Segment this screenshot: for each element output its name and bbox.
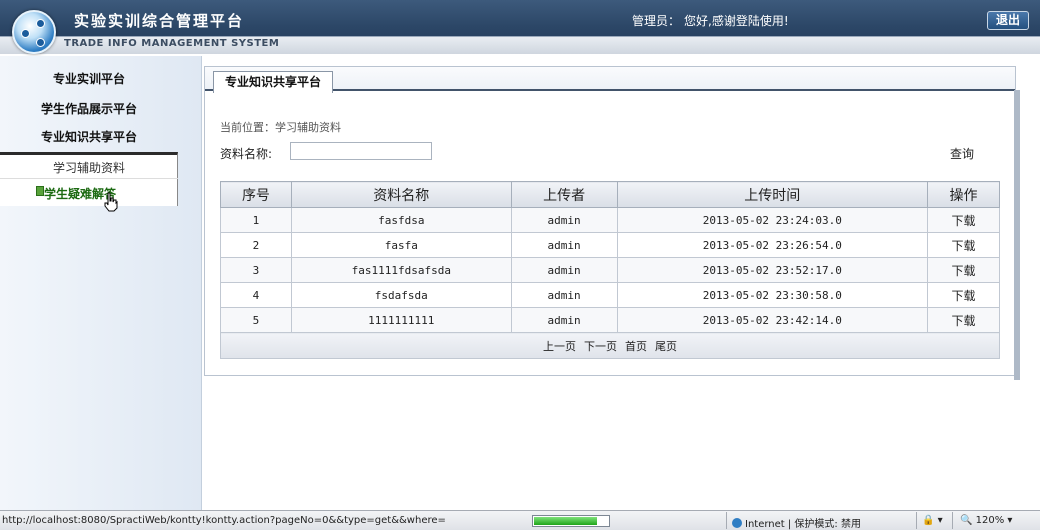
cell-time: 2013-05-02 23:42:14.0 [616, 307, 929, 333]
cell-no: 1 [220, 207, 292, 233]
browser-statusbar: http://localhost:8080/SpractiWeb/kontty!… [0, 510, 1040, 530]
tab-knowledge-sharing[interactable]: 专业知识共享平台 [213, 71, 333, 93]
cell-name: 1111111111 [290, 307, 512, 333]
table-row: 5 1111111111 admin 2013-05-02 23:42:14.0… [220, 307, 1000, 333]
loading-progress-bar [532, 515, 610, 527]
column-header-action: 操作 [927, 181, 1000, 208]
panel-tabbar: 专业知识共享平台 [205, 67, 1015, 93]
globe-icon [732, 518, 742, 528]
materials-table: 序号 资料名称 上传者 上传时间 操作 1 fasfdsa admin 2013… [220, 181, 1000, 359]
cell-name: fsdafsda [290, 282, 512, 308]
pager: 上一页 下一页 首页 尾页 [220, 332, 1000, 359]
status-tools[interactable]: 🔒 ▾ [922, 515, 943, 526]
cell-time: 2013-05-02 23:30:58.0 [616, 282, 929, 308]
cell-uploader: admin [510, 207, 618, 233]
app-logo [12, 10, 56, 54]
cell-uploader: admin [510, 307, 618, 333]
magnifier-icon: 🔍 [960, 515, 973, 526]
cell-time: 2013-05-02 23:26:54.0 [616, 232, 929, 258]
cell-name: fas1111fdsafsda [290, 257, 512, 283]
admin-label: 管理员： [632, 14, 681, 28]
table-row: 3 fas1111fdsafsda admin 2013-05-02 23:52… [220, 257, 1000, 283]
breadcrumb: 当前位置：学习辅助资料 [220, 121, 341, 134]
column-header-uploader: 上传者 [510, 181, 618, 208]
cell-no: 3 [220, 257, 292, 283]
logout-button[interactable]: 退出 [987, 11, 1029, 30]
progress-fill [534, 517, 597, 525]
cell-name: fasfdsa [290, 207, 512, 233]
table-row: 2 fasfa admin 2013-05-02 23:26:54.0 下载 [220, 232, 1000, 258]
zoom-level-value: 120% [975, 515, 1005, 526]
cell-name: fasfa [290, 232, 512, 258]
table-header-row: 序号 资料名称 上传者 上传时间 操作 [220, 181, 1000, 208]
download-link[interactable]: 下载 [927, 257, 1000, 283]
query-button[interactable]: 查询 [950, 145, 974, 162]
cell-time: 2013-05-02 23:24:03.0 [616, 207, 929, 233]
bullet-icon [36, 186, 44, 196]
sidebar-subitem-study-materials[interactable]: 学习辅助资料 [0, 159, 178, 179]
pager-row: 上一页 下一页 首页 尾页 [220, 332, 1000, 359]
vertical-scrollbar[interactable] [1014, 90, 1020, 380]
security-zone-label: Internet | 保护模式: 禁用 [745, 519, 861, 530]
sidebar-submenu: 学习辅助资料 学生疑难解答 [0, 152, 178, 206]
cell-no: 5 [220, 307, 292, 333]
status-divider [952, 512, 953, 529]
pager-next-link[interactable]: 下一页 [584, 340, 617, 353]
cell-no: 4 [220, 282, 292, 308]
download-link[interactable]: 下载 [927, 282, 1000, 308]
cell-uploader: admin [510, 232, 618, 258]
pager-first-link[interactable]: 首页 [625, 340, 647, 353]
column-header-name: 资料名称 [290, 181, 512, 208]
table-row: 4 fsdafsda admin 2013-05-02 23:30:58.0 下… [220, 282, 1000, 308]
pager-last-link[interactable]: 尾页 [655, 340, 677, 353]
search-name-input[interactable] [290, 142, 432, 160]
app-subtitle: TRADE INFO MANAGEMENT SYSTEM [64, 38, 280, 49]
sidebar-item-student-works[interactable]: 学生作品展示平台 [0, 100, 178, 117]
status-divider [916, 512, 917, 529]
column-header-time: 上传时间 [616, 181, 929, 208]
cell-uploader: admin [510, 257, 618, 283]
sidebar-item-knowledge-sharing[interactable]: 专业知识共享平台 [0, 128, 178, 145]
app-title: 实验实训综合管理平台 [74, 12, 245, 30]
cell-no: 2 [220, 232, 292, 258]
zoom-level[interactable]: 🔍 120% ▾ [960, 515, 1012, 526]
pager-prev-link[interactable]: 上一页 [543, 340, 576, 353]
status-divider [726, 512, 727, 529]
download-link[interactable]: 下载 [927, 232, 1000, 258]
search-name-label: 资料名称: [220, 147, 273, 161]
status-url: http://localhost:8080/SpractiWeb/kontty!… [2, 515, 446, 526]
column-header-no: 序号 [220, 181, 292, 208]
download-link[interactable]: 下载 [927, 207, 1000, 233]
cell-uploader: admin [510, 282, 618, 308]
security-zone[interactable]: Internet | 保护模式: 禁用 [732, 515, 861, 530]
cell-time: 2013-05-02 23:52:17.0 [616, 257, 929, 283]
welcome-message: 您好,感谢登陆使用! [684, 14, 789, 28]
hand-cursor-icon [104, 192, 118, 212]
download-link[interactable]: 下载 [927, 307, 1000, 333]
sidebar-item-practical-training[interactable]: 专业实训平台 [0, 70, 178, 87]
table-row: 1 fasfdsa admin 2013-05-02 23:24:03.0 下载 [220, 207, 1000, 233]
sidebar: 专业实训平台 学生作品展示平台 专业知识共享平台 学习辅助资料 学生疑难解答 [0, 56, 202, 510]
app-header: 实验实训综合管理平台 TRADE INFO MANAGEMENT SYSTEM … [0, 0, 1040, 54]
